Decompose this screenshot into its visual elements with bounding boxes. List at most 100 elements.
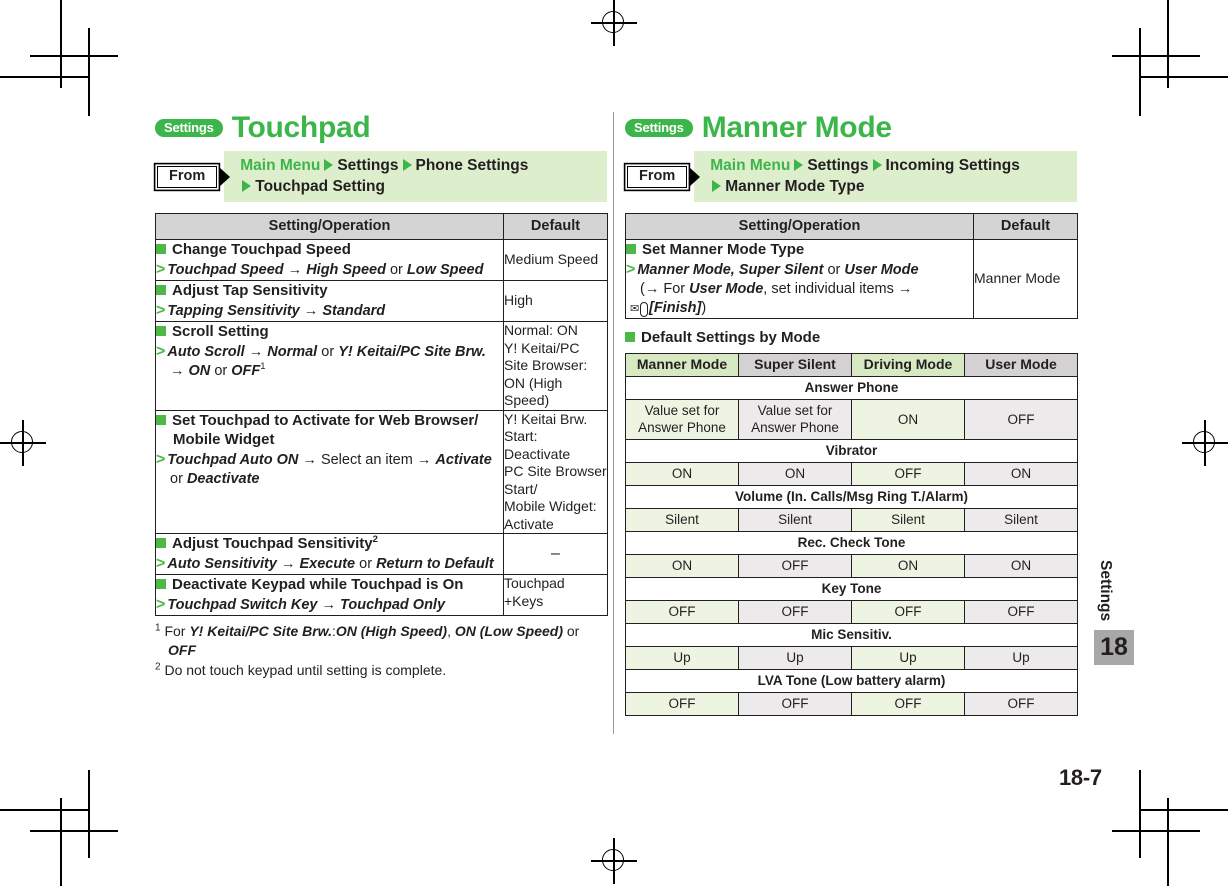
mode-value-row: OFF OFF OFF OFF [625,600,1078,624]
step-arrow-icon: > [156,302,166,319]
registration-mark-bottom [591,838,637,884]
breadcrumb-path: Main Menu Settings Phone Settings Touchpad… [224,151,607,202]
registration-mark-left [0,420,46,466]
mode-group-label: Rec. Check Tone [625,531,1078,555]
page-title: Manner Mode [701,111,892,144]
left-table-body: Change Touchpad Speed > Touchpad Speed → H… [155,239,608,616]
mode-value-cell: OFF [851,692,965,716]
column-header-operation: Setting/Operation [625,213,974,240]
chevron-right-icon [402,159,412,171]
operation-cell: Adjust Touchpad Sensitivity2 > Auto Sensit… [155,533,504,575]
column-header-default: Default [973,213,1078,240]
mode-group-label: Volume (In. Calls/Msg Ring T./Alarm) [625,485,1078,509]
mode-value-cell: OFF [851,600,965,624]
mode-group-row: Volume (In. Calls/Msg Ring T./Alarm) [625,485,1078,509]
default-settings-by-mode-table: Manner Mode Super Silent Driving Mode Us… [625,353,1078,716]
mode-value-cell: Value set for Answer Phone [625,399,739,440]
mode-value-cell: ON [625,554,739,578]
mode-column-header-2: Driving Mode [851,353,965,377]
breadcrumb-item-1: Settings [807,157,869,174]
mode-group-label: Answer Phone [625,376,1078,400]
green-square-bullet-icon [156,538,166,548]
footnote: 2 Do not touch keypad until setting is c… [155,661,447,678]
operation-title: Adjust Tap Sensitivity [156,281,503,300]
operation-cell: Deactivate Keypad while Touchpad is On > T… [155,574,504,616]
mode-value-cell: Silent [738,508,852,532]
mode-value-cell: Up [738,646,852,670]
right-table-body: Set Manner Mode Type > Manner Mode, Super … [625,239,1078,319]
mode-table-body: Answer Phone Value set for Answer Phone Va… [625,376,1078,716]
breadcrumb-item-3: Manner Mode Type [725,178,865,195]
default-value-cell: Normal: ON Y! Keitai/PC Site Browser: ON… [503,321,608,411]
column-divider [613,112,614,734]
operation-title: Change Touchpad Speed [156,240,503,259]
chapter-tab: Settings 18 [1094,560,1134,665]
mode-value-cell: ON [964,554,1078,578]
right-column: Settings Manner Mode From Main Menu Setti… [625,111,1078,716]
from-box: From [625,151,701,202]
touchpad-settings-table: Setting/Operation Default Change Touchpa… [155,213,608,616]
breadcrumb-item-0: Main Menu [240,157,321,174]
step-arrow-icon: > [156,596,166,613]
green-square-bullet-icon [156,326,166,336]
mode-value-cell: OFF [964,692,1078,716]
mode-group-row: Rec. Check Tone [625,531,1078,555]
mode-group-label: Key Tone [625,577,1078,601]
section-header-touchpad: Settings Touchpad [155,112,607,144]
mode-value-cell: OFF [851,462,965,486]
operation-title: Adjust Touchpad Sensitivity2 [156,534,503,553]
default-value-cell: Medium Speed [503,239,608,281]
mode-value-cell: ON [851,554,965,578]
mode-value-row: Silent Silent Silent Silent [625,508,1078,532]
step-arrow-icon: > [156,261,166,278]
operation-step: > Touchpad Auto ON → Select an item → Act… [156,450,492,487]
chapter-label: Settings [1097,560,1114,622]
mode-value-cell: Up [625,646,739,670]
from-label: From [627,165,688,188]
category-badge: Settings [625,119,693,137]
mode-value-cell: OFF [625,692,739,716]
step-arrow-icon: > [156,343,166,360]
mode-value-cell: OFF [738,692,852,716]
mode-value-cell: ON [625,462,739,486]
breadcrumb-item-0: Main Menu [710,157,791,174]
operation-title: Deactivate Keypad while Touchpad is On [156,575,503,594]
green-square-bullet-icon [626,244,636,254]
breadcrumb-item-1: Settings [337,157,399,174]
mode-value-row: Up Up Up Up [625,646,1078,670]
from-arrow-icon [219,166,231,187]
mode-value-row: ON OFF ON ON [625,554,1078,578]
default-value-cell: – [503,533,608,575]
green-square-bullet-icon [625,332,635,342]
operation-step: > Auto Scroll → Normal or Y! Keitai/PC Si… [156,343,486,379]
breadcrumb: From Main Menu Settings Phone Settings Tou… [155,151,607,202]
mode-value-cell: Value set for Answer Phone [738,399,852,440]
operation-cell: Change Touchpad Speed > Touchpad Speed → H… [155,239,504,281]
mode-value-cell: Silent [964,508,1078,532]
green-square-bullet-icon [156,285,166,295]
subhead-label: Default Settings by Mode [641,329,821,346]
mode-value-cell: Up [964,646,1078,670]
chevron-right-icon [242,180,252,192]
mode-column-header-1: Super Silent [738,353,852,377]
mode-value-cell: Silent [851,508,965,532]
mode-group-row: Mic Sensitiv. [625,623,1078,647]
breadcrumb-item-3: Touchpad Setting [255,178,385,195]
operation-step: > Touchpad Speed → High Speed or Low Spee… [156,261,484,278]
mode-value-row: ON ON OFF ON [625,462,1078,486]
table-row: Change Touchpad Speed > Touchpad Speed → H… [155,239,608,281]
category-badge: Settings [155,119,223,137]
mode-value-cell: OFF [964,600,1078,624]
column-header-default: Default [503,213,608,240]
table-row: Deactivate Keypad while Touchpad is On > T… [155,574,608,616]
left-footnotes: 1 For Y! Keitai/PC Site Brw.:ON (High Sp… [155,622,607,680]
green-square-bullet-icon [156,579,166,589]
mode-group-label: Vibrator [625,439,1078,463]
mode-group-row: Answer Phone [625,376,1078,400]
mode-value-row: Value set for Answer Phone Value set for … [625,399,1078,440]
default-value-cell: Y! Keitai Brw. Start: Deactivate PC Site… [503,409,608,534]
mode-group-label: LVA Tone (Low battery alarm) [625,669,1078,693]
default-value-cell: Manner Mode [973,239,1078,319]
manner-mode-settings-table: Setting/Operation Default Set Manner Mod… [625,213,1078,319]
mode-group-row: LVA Tone (Low battery alarm) [625,669,1078,693]
